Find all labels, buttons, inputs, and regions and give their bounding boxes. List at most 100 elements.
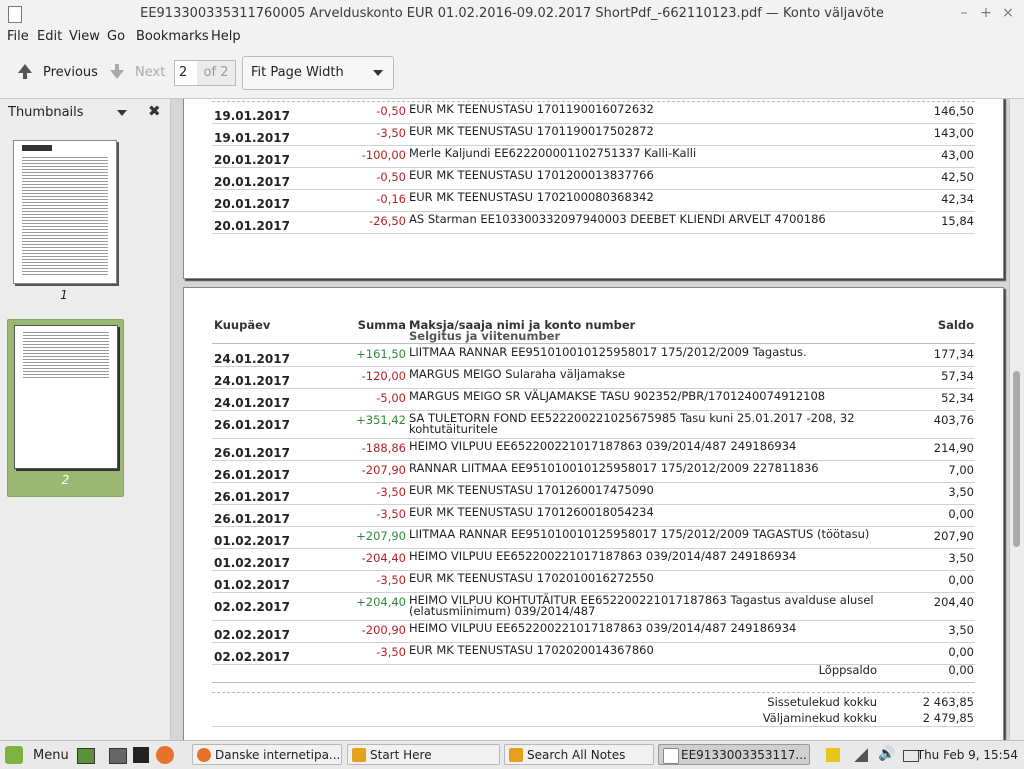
next-label: Next [135, 65, 166, 80]
row-description: EUR MK TEENUSTASU 1702020014367860 [409, 643, 654, 657]
zoom-select[interactable]: Fit Page Width [242, 56, 394, 90]
row-description: AS Starman EE103300332097940003 DEEBET K… [409, 212, 826, 226]
clock[interactable]: Thu Feb 9, 15:54 [917, 748, 1018, 762]
file-manager-icon[interactable] [109, 748, 127, 764]
menu-help[interactable]: Help [211, 29, 241, 44]
taskbar-window-start-here[interactable]: Start Here [347, 744, 500, 765]
taskbar-window-pdf-viewer[interactable]: EE9133003353117... [658, 744, 810, 765]
row-date: 24.01.2017 [214, 374, 290, 388]
income-total-row: Sissetulekud kokku 2 463,85 [212, 692, 975, 709]
window-title: EE913300335311760005 Arvelduskonto EUR 0… [140, 6, 884, 21]
table-row: 20.01.2017 -0,50 EUR MK TEENUSTASU 1701200… [212, 167, 975, 190]
row-balance: 3,50 [948, 551, 974, 565]
row-description: EUR MK TEENUSTASU 1701260017475090 [409, 483, 654, 497]
arrow-down-icon [110, 70, 124, 79]
row-balance: 177,34 [933, 347, 974, 361]
sidebar-dropdown-icon[interactable] [117, 110, 127, 116]
row-date: 20.01.2017 [214, 219, 290, 233]
row-amount: -26,50 [368, 214, 406, 228]
zoom-value: Fit Page Width [251, 65, 344, 80]
arrow-up-icon [18, 64, 32, 73]
row-description: LIITMAA RANNAR EE951010010125958017 175/… [409, 527, 870, 541]
terminal-icon[interactable] [133, 747, 149, 763]
header-amount: Summa [357, 318, 406, 332]
taskbar-window-search-notes[interactable]: Search All Notes [504, 744, 654, 765]
menu-file[interactable]: File [7, 29, 29, 44]
row-amount: -188,86 [361, 441, 406, 455]
document-icon [663, 748, 679, 764]
menu-button[interactable]: Menu [33, 748, 69, 763]
thumbnail-label-1: 1 [60, 288, 68, 302]
maximize-button[interactable]: + [978, 5, 994, 21]
row-description: EUR MK TEENUSTASU 1701190016072632 [409, 102, 654, 116]
scrollbar-thumb[interactable] [1013, 371, 1020, 547]
row-date: 02.02.2017 [214, 600, 290, 614]
row-date: 26.01.2017 [214, 418, 290, 432]
row-amount: -120,00 [361, 369, 406, 383]
table-row: 24.01.2017 +161,50 LIITMAA RANNAR EE951010… [212, 344, 975, 367]
row-date: 26.01.2017 [214, 490, 290, 504]
row-date: 01.02.2017 [214, 556, 290, 570]
table-row: 26.01.2017 -3,50 EUR MK TEENUSTASU 1701260… [212, 482, 975, 505]
pdf-page-2: Kuupäev Summa Maksja/saaja nimi ja konto… [183, 287, 1004, 740]
table-row: 19.01.2017 -3,50 EUR MK TEENUSTASU 1701190… [212, 123, 975, 146]
row-balance: 0,00 [948, 573, 974, 587]
close-sidebar-icon[interactable]: ✖ [148, 102, 161, 120]
expense-value: 2 479,85 [922, 711, 974, 725]
row-date: 20.01.2017 [214, 175, 290, 189]
table-row: 26.01.2017 -207,90 RANNAR LIITMAA EE951010… [212, 460, 975, 483]
row-balance: 214,90 [933, 441, 974, 455]
menu-edit[interactable]: Edit [37, 29, 62, 44]
row-description: EUR MK TEENUSTASU 1701260018054234 [409, 505, 654, 519]
minimize-button[interactable]: – [956, 5, 972, 21]
row-date: 20.01.2017 [214, 153, 290, 167]
header-payer: Maksja/saaja nimi ja konto number Selgit… [409, 318, 636, 343]
mint-menu-icon[interactable] [5, 746, 23, 764]
row-balance: 143,00 [933, 126, 974, 140]
sidebar-title: Thumbnails [8, 105, 84, 120]
vertical-scrollbar[interactable] [1009, 99, 1024, 740]
row-amount: -100,00 [361, 148, 406, 162]
firefox-icon [197, 748, 211, 762]
row-balance: 0,00 [948, 645, 974, 659]
show-desktop-icon[interactable] [77, 748, 95, 764]
thumbnail-page-2-selected[interactable]: 2 [7, 319, 124, 497]
network-icon[interactable] [854, 748, 868, 762]
menu-go[interactable]: Go [107, 29, 125, 44]
thumbnail-page-1[interactable] [13, 140, 117, 284]
table-row: 24.01.2017 -120,00 MARGUS MEIGO Sularaha v… [212, 366, 975, 389]
row-balance: 3,50 [948, 623, 974, 637]
row-description: Merle Kaljundi EE622200001102751337 Kall… [409, 146, 697, 160]
row-amount: -5,00 [376, 391, 406, 405]
row-amount: +207,90 [356, 529, 406, 543]
row-description: LIITMAA RANNAR EE951010010125958017 175/… [409, 345, 807, 359]
document-viewer[interactable]: 19.01.2017 -0,50 EUR MK TEENUSTASU 1701190… [171, 99, 1009, 740]
row-amount: -0,50 [376, 170, 406, 184]
table-row: 20.01.2017 -26,50 AS Starman EE10330033209… [212, 211, 975, 234]
row-amount: +351,42 [356, 413, 406, 427]
table-row: 01.02.2017 -3,50 EUR MK TEENUSTASU 1702010… [212, 570, 975, 593]
notes-tray-icon[interactable] [826, 748, 840, 762]
row-description: EUR MK TEENUSTASU 1702010016272550 [409, 571, 654, 585]
menu-bookmarks[interactable]: Bookmarks [136, 29, 209, 44]
row-balance: 3,50 [948, 485, 974, 499]
row-balance: 57,34 [941, 369, 974, 383]
taskbar: Menu Danske internetipa... Start Here Se… [0, 740, 1024, 769]
table-row: 26.01.2017 -3,50 EUR MK TEENUSTASU 1701260… [212, 504, 975, 527]
row-description: EUR MK TEENUSTASU 1701200013837766 [409, 168, 654, 182]
firefox-icon[interactable] [156, 746, 174, 764]
row-description: MARGUS MEIGO Sularaha väljamakse [409, 367, 626, 381]
volume-icon[interactable]: 🔊 [878, 746, 895, 762]
closing-value: 0,00 [948, 663, 974, 677]
row-date: 26.01.2017 [214, 512, 290, 526]
taskbar-window-danske[interactable]: Danske internetipa... [192, 744, 342, 765]
thumbnail-page-2[interactable] [14, 325, 118, 469]
row-date: 26.01.2017 [214, 468, 290, 482]
menu-view[interactable]: View [69, 29, 100, 44]
header-balance: Saldo [937, 318, 974, 332]
table-row: 02.02.2017 +204,40 HEIMO VILPUU KOHTUTÄITU… [212, 592, 975, 621]
row-balance: 42,34 [941, 192, 974, 206]
close-button[interactable]: × [1000, 5, 1016, 21]
row-amount: -204,40 [361, 551, 406, 565]
table-row: 01.02.2017 +207,90 LIITMAA RANNAR EE951010… [212, 526, 975, 549]
